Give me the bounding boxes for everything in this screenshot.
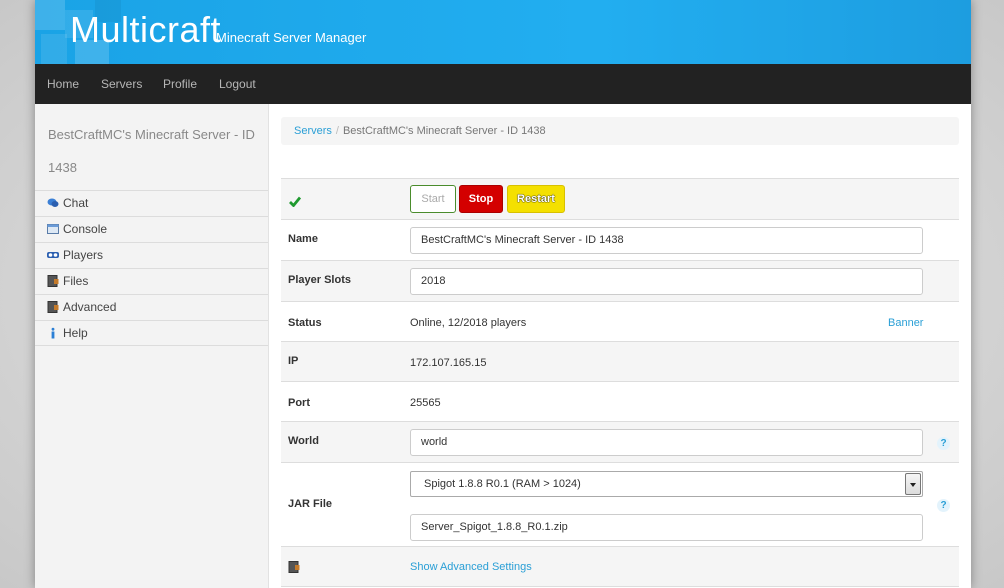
advanced-icon [47,301,59,313]
name-label: Name [288,233,318,245]
breadcrumb-separator: / [335,125,339,137]
server-settings-table: Start Stop Restart Name BestCraftMC's Mi… [281,178,959,587]
world-label: World [288,435,319,447]
player-slots-label: Player Slots [288,274,351,286]
chat-icon [47,198,59,207]
jar-help-icon[interactable]: ? [937,499,950,512]
ip-row: IP 172.107.165.15 [281,342,959,382]
breadcrumb: Servers / BestCraftMC's Minecraft Server -… [281,117,959,145]
name-input[interactable]: BestCraftMC's Minecraft Server - ID 1438 [410,227,923,254]
banner-link[interactable]: Banner [888,317,923,329]
world-row: World world ? [281,422,959,463]
restart-button[interactable]: Restart [507,185,565,213]
advanced-row: Show Advanced Settings [281,547,959,587]
sidebar-item-label: Files [63,274,89,288]
header-banner: Multicraft Minecraft Server Manager [35,0,971,64]
show-advanced-settings-link[interactable]: Show Advanced Settings [410,561,532,573]
breadcrumb-servers-link[interactable]: Servers [294,125,332,137]
port-row: Port 25565 [281,382,959,422]
player-slots-row: Player Slots 2018 [281,261,959,302]
sidebar: BestCraftMC's Minecraft Server - ID 1438… [35,104,269,588]
console-icon [47,224,59,234]
brand-tagline: Minecraft Server Manager [216,30,367,45]
sidebar-item-label: Console [63,222,108,236]
players-icon [47,252,59,258]
world-help-icon[interactable]: ? [937,437,950,450]
chevron-down-icon[interactable] [905,473,921,495]
sidebar-item-advanced[interactable]: Advanced [35,294,268,320]
nav-profile[interactable]: Profile [163,77,197,91]
stop-button[interactable]: Stop [459,185,503,213]
sidebar-item-console[interactable]: Console [35,216,268,242]
jar-file-row: JAR File Spigot 1.8.8 R0.1 (RAM > 1024) … [281,463,959,547]
status-label: Status [288,317,322,329]
controls-row: Start Stop Restart [281,179,959,220]
start-button[interactable]: Start [410,185,456,213]
nav-home[interactable]: Home [47,77,79,91]
sidebar-server-title: BestCraftMC's Minecraft Server - ID 1438 [48,127,255,175]
ip-value: 172.107.165.15 [410,357,487,369]
brand-title[interactable]: Multicraft [70,9,221,51]
advanced-icon [288,561,300,573]
breadcrumb-current: BestCraftMC's Minecraft Server - ID 1438 [342,125,546,137]
info-icon [51,327,55,339]
port-value: 25565 [410,397,441,409]
nav-logout[interactable]: Logout [219,77,256,91]
nav-servers[interactable]: Servers [101,77,142,91]
status-value: Online, 12/2018 players [410,317,527,329]
jar-file-label: JAR File [288,498,333,510]
port-label: Port [288,397,310,409]
sidebar-item-label: Players [63,248,104,262]
files-icon [47,275,59,287]
sidebar-item-players[interactable]: Players [35,242,268,268]
sidebar-item-help[interactable]: Help [35,320,268,346]
app-window: Multicraft Minecraft Server Manager Home… [35,0,971,588]
ip-label: IP [288,355,299,367]
world-input[interactable]: world [410,429,923,456]
jar-file-selected-value: Spigot 1.8.8 R0.1 (RAM > 1024) [424,478,581,490]
sidebar-item-label: Advanced [63,300,117,314]
sidebar-item-label: Help [63,326,88,340]
player-slots-input[interactable]: 2018 [410,268,923,295]
status-row: Status Online, 12/2018 players Banner [281,302,959,342]
sidebar-item-label: Chat [63,196,89,210]
sidebar-item-files[interactable]: Files [35,268,268,294]
jar-file-select[interactable]: Spigot 1.8.8 R0.1 (RAM > 1024) [410,471,923,497]
jar-filename-input[interactable]: Server_Spigot_1.8.8_R0.1.zip [410,514,923,541]
sidebar-item-chat[interactable]: Chat [35,190,268,216]
name-row: Name BestCraftMC's Minecraft Server - ID… [281,220,959,261]
top-nav: Home Servers Profile Logout [35,64,971,104]
check-icon [289,196,301,207]
